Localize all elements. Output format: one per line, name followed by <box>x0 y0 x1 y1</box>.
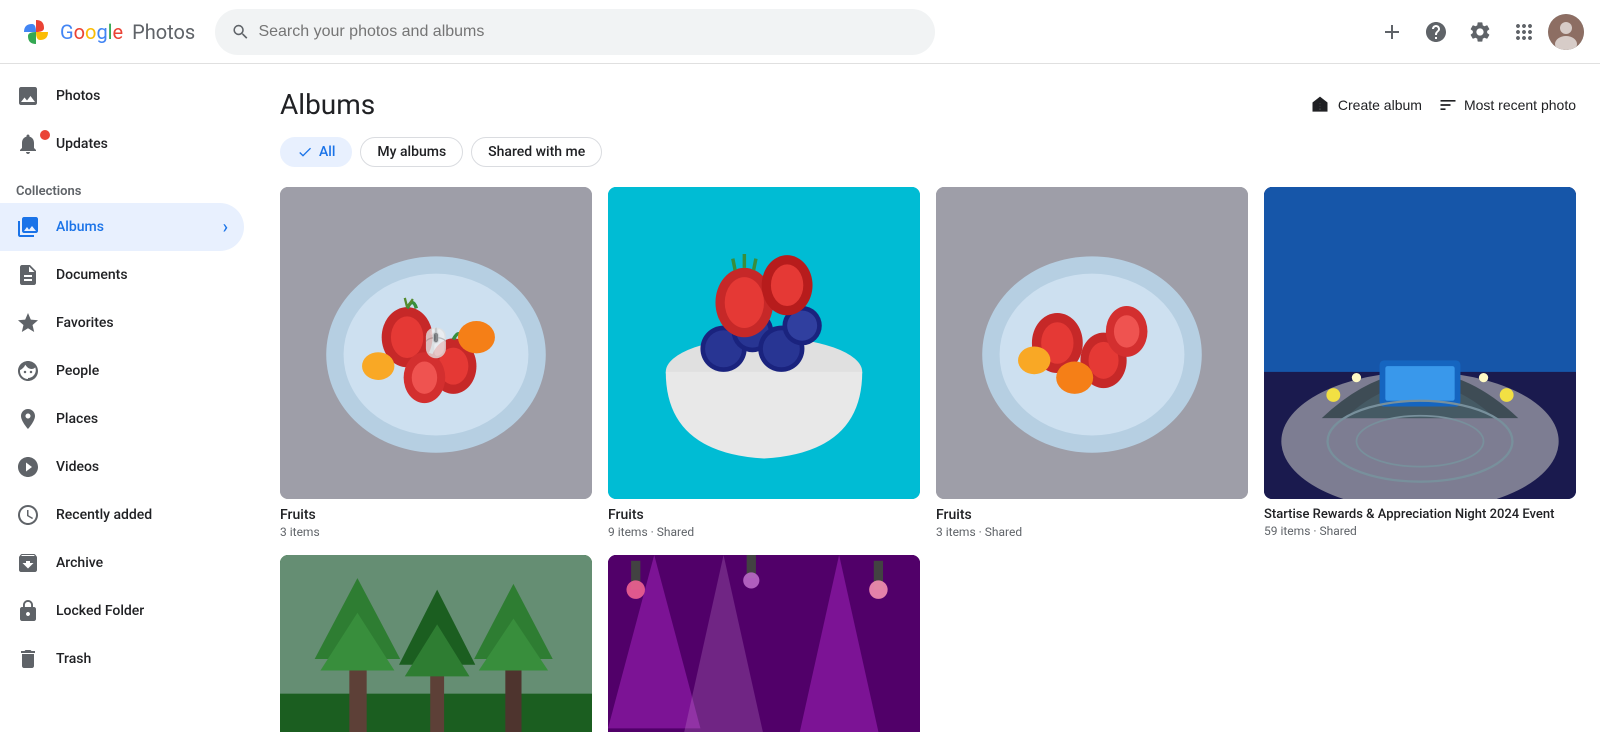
archive-icon <box>16 551 40 575</box>
sidebar-item-trash[interactable]: Trash <box>0 635 244 683</box>
sidebar-favorites-label: Favorites <box>56 315 114 331</box>
filter-tabs: All My albums Shared with me <box>256 137 1600 187</box>
sidebar-item-videos[interactable]: Videos <box>0 443 244 491</box>
sidebar-item-albums[interactable]: Albums › <box>0 203 244 251</box>
album-card-event[interactable]: Startise Rewards & Appreciation Night 20… <box>1264 187 1576 539</box>
schedule-icon <box>16 503 40 527</box>
albums-header: Albums Create album Most recent photo <box>256 64 1600 137</box>
logo-text: Google Photos <box>60 20 195 44</box>
sidebar-recently-added-label: Recently added <box>56 507 152 523</box>
album-name-event: Startise Rewards & Appreciation Night 20… <box>1264 507 1576 522</box>
trees-image <box>280 555 592 732</box>
sidebar-item-recently-added[interactable]: Recently added <box>0 491 244 539</box>
sidebar-albums-label: Albums <box>56 219 104 235</box>
search-input[interactable] <box>258 23 919 41</box>
sidebar: Photos Updates Collections Albums › Docu… <box>0 64 256 732</box>
sidebar-item-photos[interactable]: Photos <box>0 72 244 120</box>
album-card-fruits2[interactable]: Fruits 9 items · Shared <box>608 187 920 539</box>
filter-shared-with-me[interactable]: Shared with me <box>471 137 602 167</box>
play-circle-icon <box>16 455 40 479</box>
album-thumb-fruits1: 🖱️ <box>280 187 592 499</box>
sidebar-item-locked-folder[interactable]: Locked Folder <box>0 587 244 635</box>
apps-button[interactable] <box>1504 12 1544 52</box>
create-album-icon <box>1310 95 1330 115</box>
notifications-icon <box>16 132 40 156</box>
updates-badge <box>40 130 50 140</box>
fruits3-image <box>936 187 1248 499</box>
collections-section-title: Collections <box>0 168 256 203</box>
sidebar-locked-folder-label: Locked Folder <box>56 603 144 619</box>
sidebar-item-places[interactable]: Places <box>0 395 244 443</box>
sidebar-item-people[interactable]: People <box>0 347 244 395</box>
fruits2-image <box>608 187 920 499</box>
album-thumb-purple <box>608 555 920 732</box>
avatar-image <box>1548 14 1584 50</box>
create-album-button[interactable]: Create album <box>1310 95 1422 115</box>
sidebar-item-documents[interactable]: Documents <box>0 251 244 299</box>
album-thumb-fruits3 <box>936 187 1248 499</box>
documents-icon <box>16 263 40 287</box>
sort-button[interactable]: Most recent photo <box>1438 95 1576 115</box>
album-grid: 🖱️ Fruits 3 items <box>256 187 1600 732</box>
album-card-purple[interactable] <box>608 555 920 732</box>
avatar[interactable] <box>1548 14 1584 50</box>
albums-expand-icon: › <box>223 217 228 238</box>
sidebar-updates-label: Updates <box>56 136 108 152</box>
albums-title: Albums <box>280 88 375 121</box>
sidebar-archive-label: Archive <box>56 555 103 571</box>
album-name-fruits2: Fruits <box>608 507 920 523</box>
sidebar-videos-label: Videos <box>56 459 99 475</box>
topbar-actions <box>1372 12 1584 52</box>
filter-my-albums[interactable]: My albums <box>360 137 463 167</box>
help-button[interactable] <box>1416 12 1456 52</box>
album-thumb-event <box>1264 187 1576 499</box>
content-area: Albums Create album Most recent photo <box>256 64 1600 732</box>
purple-image <box>608 555 920 732</box>
album-card-fruits1[interactable]: 🖱️ Fruits 3 items <box>280 187 592 539</box>
album-meta-fruits3: 3 items · Shared <box>936 525 1248 539</box>
google-photos-logo[interactable]: Google Photos <box>16 12 195 52</box>
fruits1-image <box>280 187 592 499</box>
album-name-fruits1: Fruits <box>280 507 592 523</box>
sidebar-photos-label: Photos <box>56 88 100 104</box>
albums-actions: Create album Most recent photo <box>1310 95 1576 115</box>
sort-icon <box>1438 95 1458 115</box>
albums-icon <box>16 215 40 239</box>
settings-button[interactable] <box>1460 12 1500 52</box>
event-image <box>1264 187 1576 499</box>
face-icon <box>16 359 40 383</box>
album-meta-fruits2: 9 items · Shared <box>608 525 920 539</box>
trash-icon <box>16 647 40 671</box>
search-bar[interactable] <box>215 9 935 55</box>
topbar: Google Photos <box>0 0 1600 64</box>
logo-icon <box>16 12 56 52</box>
sidebar-item-archive[interactable]: Archive <box>0 539 244 587</box>
check-icon <box>297 144 313 160</box>
sidebar-documents-label: Documents <box>56 267 128 283</box>
star-icon <box>16 311 40 335</box>
album-meta-fruits1: 3 items <box>280 525 592 539</box>
photo-icon <box>16 84 40 108</box>
lock-icon <box>16 599 40 623</box>
sidebar-item-favorites[interactable]: Favorites <box>0 299 244 347</box>
sidebar-people-label: People <box>56 363 99 379</box>
sidebar-places-label: Places <box>56 411 98 427</box>
album-meta-event: 59 items · Shared <box>1264 524 1576 538</box>
album-name-fruits3: Fruits <box>936 507 1248 523</box>
sidebar-trash-label: Trash <box>56 651 91 667</box>
album-card-fruits3[interactable]: Fruits 3 items · Shared <box>936 187 1248 539</box>
album-thumb-trees <box>280 555 592 732</box>
search-icon <box>231 22 250 42</box>
place-icon <box>16 407 40 431</box>
main-layout: Photos Updates Collections Albums › Docu… <box>0 64 1600 732</box>
filter-all[interactable]: All <box>280 137 352 167</box>
album-thumb-fruits2 <box>608 187 920 499</box>
sidebar-item-updates[interactable]: Updates <box>0 120 244 168</box>
add-button[interactable] <box>1372 12 1412 52</box>
album-card-trees[interactable] <box>280 555 592 732</box>
